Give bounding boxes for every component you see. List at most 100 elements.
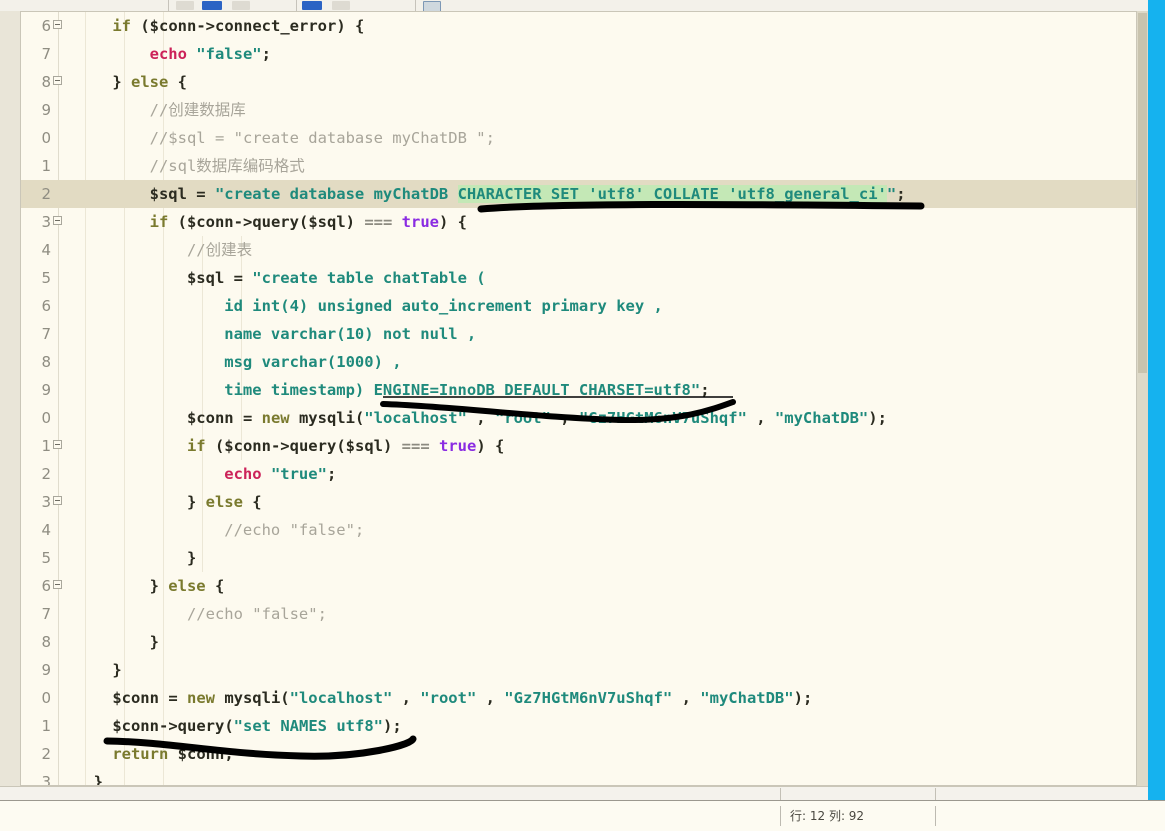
code-token: echo xyxy=(224,465,262,483)
code-line[interactable]: 0 //$sql = "create database myChatDB "; xyxy=(21,124,1136,152)
code-lines-container[interactable]: 6 if ($conn->connect_error) {7 echo "false… xyxy=(21,12,1136,785)
code-line-text: name varchar(10) not null , xyxy=(224,320,476,348)
code-line[interactable]: 6 id int(4) unsigned auto_increment prima… xyxy=(21,292,1136,320)
toolbar-icon-blue-1[interactable] xyxy=(202,1,222,10)
code-token: ( xyxy=(168,213,187,231)
status-bar: 行: 12 列: 92 xyxy=(0,800,1165,831)
toolbar-icon-faint-2[interactable] xyxy=(232,1,250,10)
code-line-text: } else { xyxy=(112,68,187,96)
code-line[interactable]: 9} xyxy=(21,656,1136,684)
code-line[interactable]: 2 $sql = "create database myChatDB CHARAC… xyxy=(21,180,1136,208)
code-line[interactable]: 0 $conn = new mysqli("localhost" , "root"… xyxy=(21,404,1136,432)
code-token: ( xyxy=(224,717,234,735)
code-token: = xyxy=(233,409,262,427)
code-token: $sql xyxy=(345,437,383,455)
code-token: "false" xyxy=(196,45,262,63)
code-token: } xyxy=(149,577,169,595)
code-token: query xyxy=(252,213,299,231)
line-number: 6 xyxy=(41,17,51,35)
code-token: else xyxy=(130,73,169,91)
fold-toggle-icon[interactable] xyxy=(53,440,62,449)
code-token: connect_error xyxy=(215,17,337,35)
code-token: } xyxy=(112,73,131,91)
code-line-text: msg varchar(1000) , xyxy=(224,348,401,376)
code-token: } xyxy=(186,549,197,567)
code-line[interactable]: 1 $conn->query("set NAMES utf8"); xyxy=(21,712,1136,740)
code-line[interactable]: 9 time timestamp) ENGINE=InnoDB DEFAULT C… xyxy=(21,376,1136,404)
code-line[interactable]: 0 $conn = new mysqli("localhost" , "root"… xyxy=(21,684,1136,712)
code-line[interactable]: 3 if ($conn->query($sql) === true) { xyxy=(21,208,1136,236)
code-line[interactable]: 7 name varchar(10) not null , xyxy=(21,320,1136,348)
toolbar-icon-faint-1[interactable] xyxy=(176,1,194,10)
code-line[interactable]: 3} xyxy=(21,768,1136,785)
code-token: if xyxy=(186,437,206,455)
line-number: 1 xyxy=(41,717,51,735)
code-line[interactable]: 2 return $conn; xyxy=(21,740,1136,768)
vertical-scrollbar-thumb[interactable] xyxy=(1138,13,1147,373)
fold-toggle-icon[interactable] xyxy=(53,496,62,505)
code-token: ; xyxy=(700,381,710,399)
code-line[interactable]: 7 //echo "false"; xyxy=(21,600,1136,628)
code-token: "root" xyxy=(494,409,551,427)
desktop-background-right xyxy=(1148,0,1165,800)
code-token: "Gz7HGtM6nV7uShqf" xyxy=(504,689,673,707)
line-number: 7 xyxy=(41,45,51,63)
code-line-text: return $conn; xyxy=(112,740,233,768)
code-line[interactable]: 6 if ($conn->connect_error) { xyxy=(21,12,1136,40)
code-token: else xyxy=(205,493,243,511)
line-number: 6 xyxy=(41,297,51,315)
fold-toggle-icon[interactable] xyxy=(53,20,62,29)
code-token: { xyxy=(205,577,225,595)
code-token: "create database myChatDB xyxy=(214,185,458,203)
code-token: $sql xyxy=(308,213,346,231)
toolbar-icon-blue-2[interactable] xyxy=(302,1,322,10)
code-line[interactable]: 7 echo "false"; xyxy=(21,40,1136,68)
code-line[interactable]: 4 //echo "false"; xyxy=(21,516,1136,544)
code-line-text: $conn = new mysqli("localhost" , "root" … xyxy=(112,684,812,712)
status-divider xyxy=(780,806,781,826)
line-number: 0 xyxy=(41,689,51,707)
toolbar-separator xyxy=(415,0,416,11)
fold-toggle-icon[interactable] xyxy=(53,216,62,225)
code-line[interactable]: 8} xyxy=(21,628,1136,656)
fold-toggle-icon[interactable] xyxy=(53,76,62,85)
code-token: === xyxy=(401,437,430,455)
code-line[interactable]: 1 //sql数据库编码格式 xyxy=(21,152,1136,180)
code-line[interactable]: 5} xyxy=(21,544,1136,572)
code-token: time timestamp) ENGINE=InnoDB DEFAULT CH… xyxy=(224,381,701,399)
code-line[interactable]: 8} else { xyxy=(21,68,1136,96)
toolbar-icon-faint-3[interactable] xyxy=(332,1,350,10)
cursor-position-indicator: 行: 12 列: 92 xyxy=(790,809,865,823)
code-token: " xyxy=(886,185,897,203)
code-line[interactable]: 8 msg varchar(1000) , xyxy=(21,348,1136,376)
code-line[interactable]: 2 echo "true"; xyxy=(21,460,1136,488)
code-line[interactable]: 3} else { xyxy=(21,488,1136,516)
code-line-text: } xyxy=(112,656,121,684)
code-token: , xyxy=(672,689,701,707)
code-token: query xyxy=(289,437,337,455)
code-token: name varchar(10) not null , xyxy=(224,325,477,343)
code-line-text: //echo "false"; xyxy=(187,600,327,628)
code-editor[interactable]: 6 if ($conn->connect_error) {7 echo "false… xyxy=(20,11,1137,786)
code-line[interactable]: 5 $sql = "create table chatTable ( xyxy=(21,264,1136,292)
line-number: 9 xyxy=(41,381,51,399)
line-number: 5 xyxy=(41,269,51,287)
code-token: = xyxy=(186,185,215,203)
code-line-text: echo "true"; xyxy=(224,460,336,488)
code-token: ); xyxy=(868,409,887,427)
code-token: if xyxy=(112,17,131,35)
vertical-scrollbar-track[interactable] xyxy=(1137,11,1148,800)
code-line[interactable]: 6} else { xyxy=(21,572,1136,600)
code-line[interactable]: 9 //创建数据库 xyxy=(21,96,1136,124)
code-token: ; xyxy=(224,745,234,763)
code-token: { xyxy=(168,73,187,91)
fold-toggle-icon[interactable] xyxy=(53,580,62,589)
code-token: ; xyxy=(896,185,906,203)
code-line[interactable]: 1 if ($conn->query($sql) === true) { xyxy=(21,432,1136,460)
code-token: === xyxy=(364,213,393,231)
code-line[interactable]: 4 //创建表 xyxy=(21,236,1136,264)
code-token: //echo "false"; xyxy=(186,605,327,623)
code-line-text: $conn->query("set NAMES utf8"); xyxy=(112,712,401,740)
